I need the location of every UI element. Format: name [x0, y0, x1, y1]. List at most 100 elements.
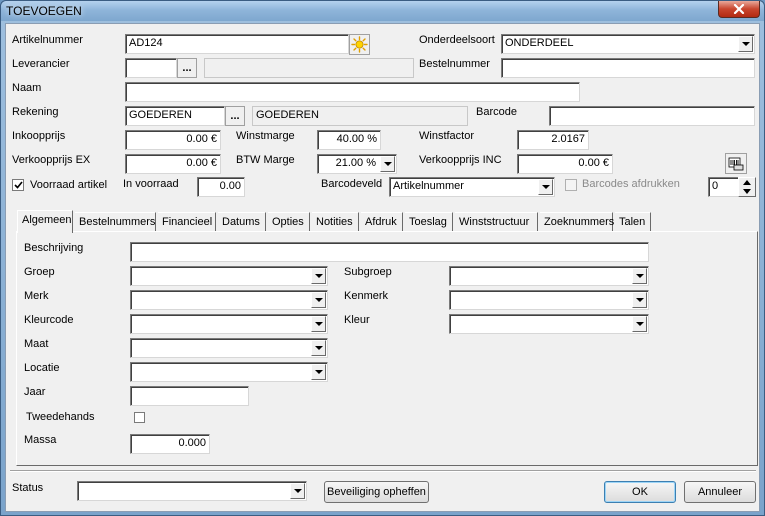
- chevron-down-icon[interactable]: [311, 364, 326, 380]
- chevron-down-icon[interactable]: [632, 268, 647, 284]
- tab-winststructuur[interactable]: Winststructuur: [455, 212, 538, 232]
- up-down-arrows-icon: [743, 180, 751, 194]
- rekening-input[interactable]: GOEDEREN: [125, 106, 225, 126]
- artikelnummer-input[interactable]: AD124: [125, 34, 349, 54]
- leverancier-input[interactable]: [125, 58, 177, 78]
- groep-label: Groep: [24, 266, 55, 278]
- winstmarge-input[interactable]: 40.00 %: [317, 130, 381, 150]
- massa-label: Massa: [24, 434, 57, 446]
- chevron-down-icon[interactable]: [311, 292, 326, 308]
- chevron-down-icon[interactable]: [632, 292, 647, 308]
- dialog-client-area: Artikelnummer Leverancier Naam Rekening …: [5, 23, 760, 512]
- massa-input[interactable]: 0.000: [130, 434, 210, 454]
- chevron-down-icon[interactable]: [538, 179, 553, 195]
- voorraad-artikel-checkbox[interactable]: [12, 179, 24, 191]
- kenmerk-select[interactable]: [449, 290, 649, 310]
- beveiliging-opheffen-button[interactable]: Beveiliging opheffen: [324, 481, 429, 503]
- barcodeveld-label: Barcodeveld: [321, 178, 383, 190]
- barcodeveld-value: Artikelnummer: [393, 180, 464, 192]
- artikelnummer-label: Artikelnummer: [12, 34, 83, 46]
- tweedehands-label: Tweedehands: [26, 411, 95, 423]
- subgroep-label: Subgroep: [344, 266, 392, 278]
- in-voorraad-input[interactable]: 0.00: [197, 177, 245, 197]
- close-button[interactable]: [718, 1, 760, 18]
- ok-button[interactable]: OK: [604, 481, 676, 503]
- tweedehands-checkbox[interactable]: [134, 412, 145, 423]
- annuleer-button[interactable]: Annuleer: [684, 481, 756, 503]
- jaar-label: Jaar: [24, 386, 46, 398]
- inkoopprijs-input[interactable]: 0.00 €: [125, 130, 221, 150]
- merk-label: Merk: [24, 290, 49, 302]
- tab-datums[interactable]: Datums: [218, 212, 266, 232]
- chevron-down-icon[interactable]: [311, 268, 326, 284]
- barcode-print-button[interactable]: [725, 153, 747, 174]
- groep-select[interactable]: [130, 266, 328, 286]
- chevron-down-icon[interactable]: [290, 483, 305, 499]
- tab-algemeen[interactable]: Algemeen: [17, 210, 73, 233]
- chevron-down-icon[interactable]: [738, 36, 753, 52]
- barcodes-count-spinner[interactable]: [738, 177, 756, 197]
- chevron-down-icon[interactable]: [311, 316, 326, 332]
- dialog-window: TOEVOEGEN Artikelnummer Leverancier Naam…: [0, 0, 765, 516]
- kleurcode-select[interactable]: [130, 314, 328, 334]
- verkoopprijs-ex-label: Verkoopprijs EX: [12, 154, 91, 166]
- leverancier-description: [204, 58, 414, 78]
- tab-toeslag[interactable]: Toeslag: [405, 212, 453, 232]
- barcodes-afdrukken-label: Barcodes afdrukken: [582, 178, 680, 190]
- winstfactor-input[interactable]: 2.0167: [517, 130, 589, 150]
- rekening-description: GOEDEREN: [252, 106, 468, 126]
- tab-zoeknummers[interactable]: Zoeknummers: [540, 212, 614, 232]
- kenmerk-label: Kenmerk: [344, 290, 389, 302]
- verkoopprijs-inc-label: Verkoopprijs INC: [419, 154, 502, 166]
- status-label: Status: [12, 482, 44, 494]
- naam-input[interactable]: [125, 82, 580, 102]
- leverancier-label: Leverancier: [12, 58, 70, 70]
- maat-select[interactable]: [130, 338, 328, 358]
- kleur-select[interactable]: [449, 314, 649, 334]
- rekening-label: Rekening: [12, 106, 59, 118]
- tab-notities[interactable]: Notities: [312, 212, 359, 232]
- kleurcode-label: Kleurcode: [24, 314, 74, 326]
- chevron-down-icon[interactable]: [632, 316, 647, 332]
- close-icon: [733, 4, 745, 14]
- onderdeelsoort-value: ONDERDEEL: [505, 37, 574, 49]
- barcodeveld-select[interactable]: Artikelnummer: [389, 177, 555, 197]
- leverancier-browse-button[interactable]: ...: [177, 58, 197, 78]
- bestelnummer-label: Bestelnummer: [419, 58, 490, 70]
- merk-select[interactable]: [130, 290, 328, 310]
- onderdeelsoort-select[interactable]: ONDERDEEL: [501, 34, 755, 54]
- inkoopprijs-label: Inkoopprijs: [12, 130, 66, 142]
- status-select[interactable]: [77, 481, 307, 501]
- jaar-input[interactable]: [130, 386, 249, 406]
- title-bar[interactable]: TOEVOEGEN: [1, 1, 764, 21]
- onderdeelsoort-label: Onderdeelsoort: [419, 34, 495, 46]
- barcodes-count-input[interactable]: 0: [708, 177, 740, 197]
- locatie-label: Locatie: [24, 362, 60, 374]
- bestelnummer-input[interactable]: [501, 58, 755, 78]
- verkoopprijs-ex-input[interactable]: 0.00 €: [125, 154, 221, 174]
- winstfactor-label: Winstfactor: [419, 130, 475, 142]
- beschrijving-label: Beschrijving: [24, 242, 84, 254]
- verkoopprijs-inc-input[interactable]: 0.00 €: [517, 154, 613, 174]
- btw-marge-label: BTW Marge: [236, 154, 295, 166]
- tab-opties[interactable]: Opties: [268, 212, 310, 232]
- barcode-input[interactable]: [549, 106, 755, 126]
- maat-label: Maat: [24, 338, 49, 350]
- beschrijving-input[interactable]: [130, 242, 649, 262]
- tab-talen[interactable]: Talen: [615, 212, 651, 232]
- tab-bestelnummers[interactable]: Bestelnummers: [75, 212, 156, 232]
- tab-financieel[interactable]: Financieel: [158, 212, 216, 232]
- locatie-select[interactable]: [130, 362, 328, 382]
- tab-afdruk[interactable]: Afdruk: [361, 212, 403, 232]
- generate-number-button[interactable]: [349, 34, 370, 55]
- chevron-down-icon[interactable]: [311, 340, 326, 356]
- voorraad-artikel-label: Voorraad artikel: [30, 179, 108, 191]
- chevron-down-icon[interactable]: [380, 156, 395, 172]
- subgroep-select[interactable]: [449, 266, 649, 286]
- sun-icon: [351, 36, 368, 53]
- btw-marge-select[interactable]: 21.00 %: [317, 154, 397, 174]
- barcode-label: Barcode: [476, 106, 517, 118]
- barcode-icon: [728, 157, 744, 170]
- rekening-browse-button[interactable]: ...: [225, 106, 245, 126]
- barcodes-afdrukken-checkbox[interactable]: [565, 179, 577, 191]
